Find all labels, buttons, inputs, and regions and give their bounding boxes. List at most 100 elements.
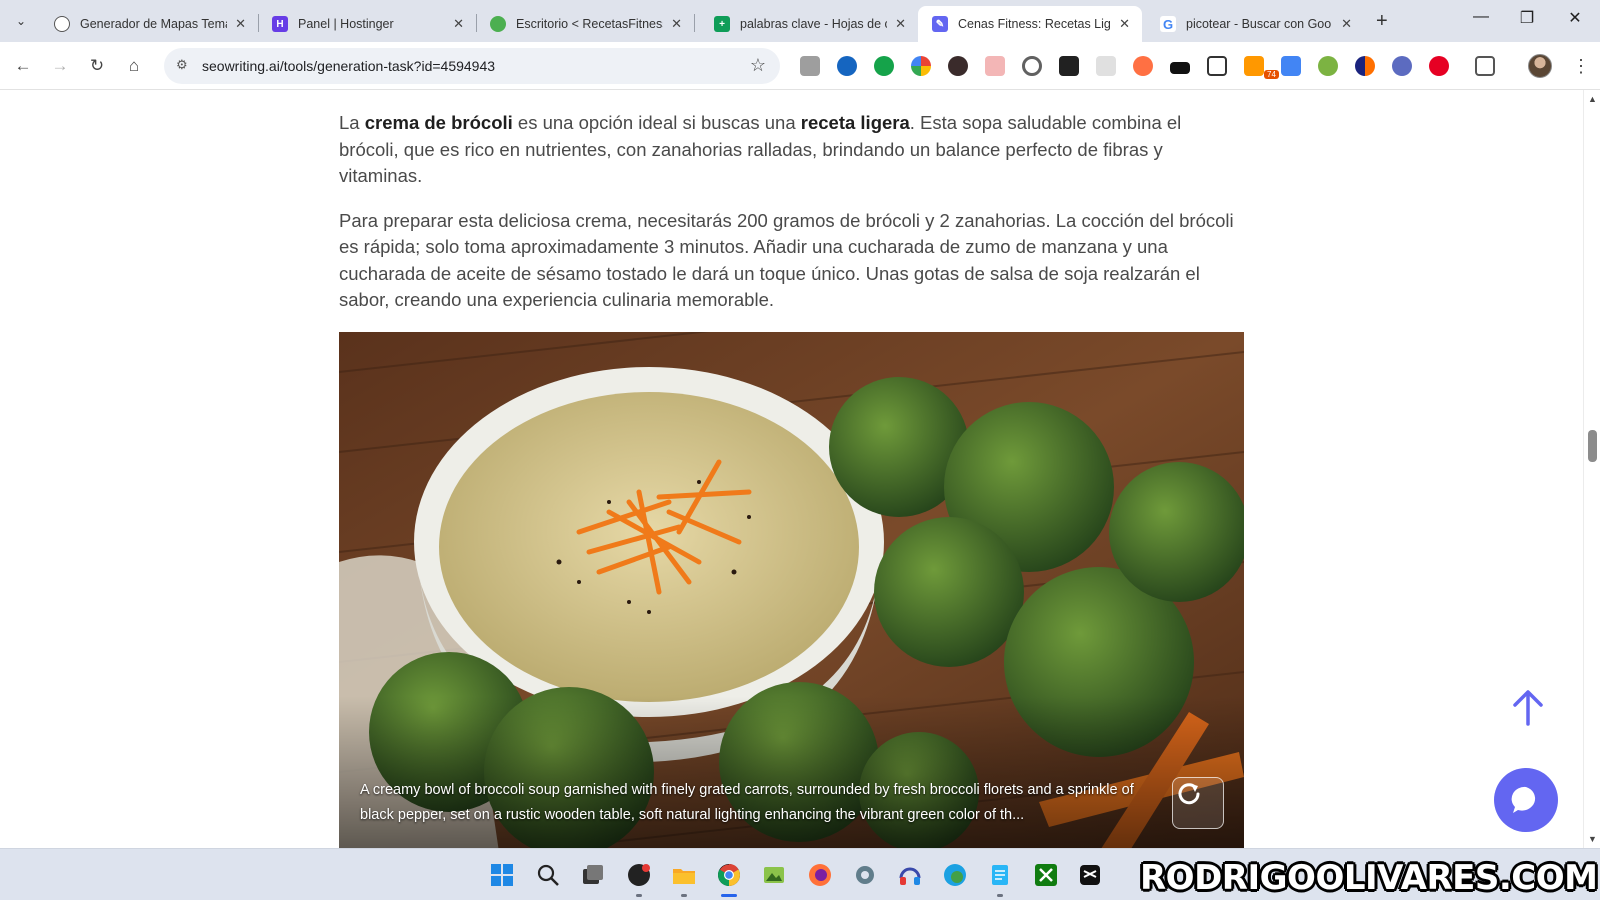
running-indicator — [636, 894, 642, 897]
chat-support-button[interactable] — [1494, 768, 1558, 832]
camera-extension-icon[interactable] — [800, 56, 820, 76]
image-editor-icon[interactable] — [761, 862, 787, 888]
zoom-extension-icon[interactable] — [1022, 56, 1042, 76]
firefox-icon[interactable] — [807, 862, 833, 888]
xbox-icon[interactable] — [1033, 862, 1059, 888]
window-close-button[interactable]: ✕ — [1560, 8, 1590, 28]
site-settings-icon[interactable]: ⚙ — [176, 57, 194, 75]
scroll-up-arrow[interactable]: ▲ — [1588, 94, 1597, 104]
paragraph-crema-brocoli: La crema de brócoli es una opción ideal … — [339, 110, 1245, 190]
new-tab-button[interactable]: + — [1376, 10, 1388, 33]
tab-title: Cenas Fitness: Recetas Lige — [958, 17, 1112, 31]
sparkle-extension-icon[interactable] — [1392, 56, 1412, 76]
page-scrollbar[interactable]: ▲ ▼ — [1583, 90, 1600, 848]
channel-watermark: RODRIGOOLIVARES.COM — [1140, 858, 1598, 898]
page-content: La crema de brócoli es una opción ideal … — [0, 90, 1583, 848]
article-body: La crema de brócoli es una opción ideal … — [339, 110, 1245, 332]
settings-gear-icon[interactable] — [852, 862, 878, 888]
tab-title: Panel | Hostinger — [298, 17, 394, 31]
bold-term: receta ligera — [800, 112, 910, 133]
tab-separator — [694, 14, 695, 32]
extension-badge: 74 — [1264, 70, 1279, 79]
reload-button[interactable]: ↻ — [85, 54, 109, 78]
browser-toolbar: ← → ↻ ⌂ ⚙ seowriting.ai/tools/generation… — [0, 42, 1600, 90]
badge-extension-icon[interactable] — [1244, 56, 1264, 76]
url-text: seowriting.ai/tools/generation-task?id=4… — [202, 58, 496, 74]
restore-button[interactable]: ❐ — [1512, 8, 1542, 28]
app-icon-obs[interactable] — [626, 862, 652, 888]
file-explorer-icon[interactable] — [671, 862, 697, 888]
close-icon[interactable]: ✕ — [671, 16, 682, 32]
browser-menu-icon[interactable]: ⋮ — [1572, 56, 1590, 77]
seowriting-icon: ✎ — [932, 16, 948, 32]
profile-avatar[interactable] — [1528, 54, 1552, 78]
home-button[interactable]: ⌂ — [122, 54, 146, 78]
chat-bubble-icon — [1511, 786, 1536, 813]
windows-start-icon[interactable] — [489, 862, 515, 888]
chevron-down-icon: ⌄ — [15, 14, 27, 28]
tab-hostinger[interactable]: H Panel | Hostinger ✕ — [258, 6, 476, 42]
tab-title: picotear - Buscar con Goo — [1186, 17, 1332, 31]
wordpress-icon — [490, 16, 506, 32]
font-extension-icon[interactable] — [1059, 56, 1079, 76]
bold-term: crema de brócoli — [364, 112, 513, 133]
broccoli-soup-illustration — [339, 332, 1244, 848]
hand-extension-icon[interactable] — [1133, 56, 1153, 76]
close-icon[interactable]: ✕ — [1341, 16, 1352, 32]
chrome-icon[interactable] — [716, 862, 742, 888]
text-span: es una opción ideal si buscas una — [512, 112, 801, 133]
tab-title: Generador de Mapas Temá — [80, 17, 228, 31]
translate-extension-icon[interactable] — [1281, 56, 1301, 76]
paragraph-preparacion: Para preparar esta deliciosa crema, nece… — [339, 209, 1234, 311]
close-icon[interactable]: ✕ — [453, 16, 464, 32]
regenerate-image-button[interactable] — [1172, 777, 1224, 829]
capcut-icon[interactable] — [1077, 862, 1103, 888]
tab-strip: ⌄ Generador de Mapas Temá ✕ H Panel | Ho… — [0, 0, 1600, 42]
tab-google[interactable]: G picotear - Buscar con Goo ✕ — [1146, 6, 1364, 42]
tab-cenas-fitness[interactable]: ✎ Cenas Fitness: Recetas Lige ✕ — [918, 6, 1142, 42]
generated-image: A creamy bowl of broccoli soup garnished… — [339, 332, 1244, 848]
address-bar[interactable]: ⚙ seowriting.ai/tools/generation-task?id… — [164, 48, 780, 84]
tab-wordpress[interactable]: Escritorio < RecetasFitness ✕ — [476, 6, 694, 42]
tab-sheets[interactable]: + palabras clave - Hojas de c ✕ — [700, 6, 918, 42]
md-extension-icon[interactable] — [1170, 62, 1190, 74]
heading-extension-icon[interactable] — [1207, 56, 1227, 76]
image-caption: A creamy bowl of broccoli soup garnished… — [360, 782, 1134, 823]
scroll-thumb[interactable] — [1588, 430, 1597, 462]
active-indicator — [721, 894, 737, 897]
tab-generador[interactable]: Generador de Mapas Temá ✕ — [40, 6, 258, 42]
scroll-down-arrow[interactable]: ▼ — [1588, 834, 1597, 844]
tab-search-button[interactable]: ⌄ — [8, 8, 34, 34]
dark-extension-icon[interactable] — [948, 56, 968, 76]
task-view-icon[interactable] — [580, 862, 606, 888]
leaf-extension-icon[interactable] — [1318, 56, 1338, 76]
running-indicator — [997, 894, 1003, 897]
tab-title: Escritorio < RecetasFitness — [516, 17, 664, 31]
running-indicator — [681, 894, 687, 897]
text-span: La — [339, 112, 365, 133]
google-icon: G — [1160, 16, 1176, 32]
download-extension-icon[interactable] — [1096, 56, 1116, 76]
openai-icon — [54, 16, 70, 32]
play-extension-icon[interactable] — [837, 56, 857, 76]
search-icon[interactable] — [535, 862, 561, 888]
close-icon[interactable]: ✕ — [235, 16, 246, 32]
headphones-app-icon[interactable] — [897, 862, 923, 888]
half-circle-extension-icon[interactable] — [1355, 56, 1375, 76]
minimize-button[interactable]: — — [1466, 8, 1496, 26]
grammarly-extension-icon[interactable] — [874, 56, 894, 76]
extensions-puzzle-icon[interactable] — [1475, 56, 1495, 76]
color-picker-extension-icon[interactable] — [911, 56, 931, 76]
pinterest-extension-icon[interactable] — [1429, 56, 1449, 76]
edge-icon[interactable] — [942, 862, 968, 888]
refresh-icon — [1178, 783, 1200, 805]
forward-button[interactable]: → — [48, 54, 72, 78]
image-extension-icon[interactable] — [985, 56, 1005, 76]
back-button[interactable]: ← — [11, 54, 35, 78]
close-icon[interactable]: ✕ — [1119, 16, 1130, 32]
close-icon[interactable]: ✕ — [895, 16, 906, 32]
bookmark-star-icon[interactable]: ☆ — [750, 55, 766, 76]
notepad-icon[interactable] — [987, 862, 1013, 888]
hostinger-icon: H — [272, 16, 288, 32]
scroll-to-top-button[interactable] — [1510, 688, 1546, 728]
